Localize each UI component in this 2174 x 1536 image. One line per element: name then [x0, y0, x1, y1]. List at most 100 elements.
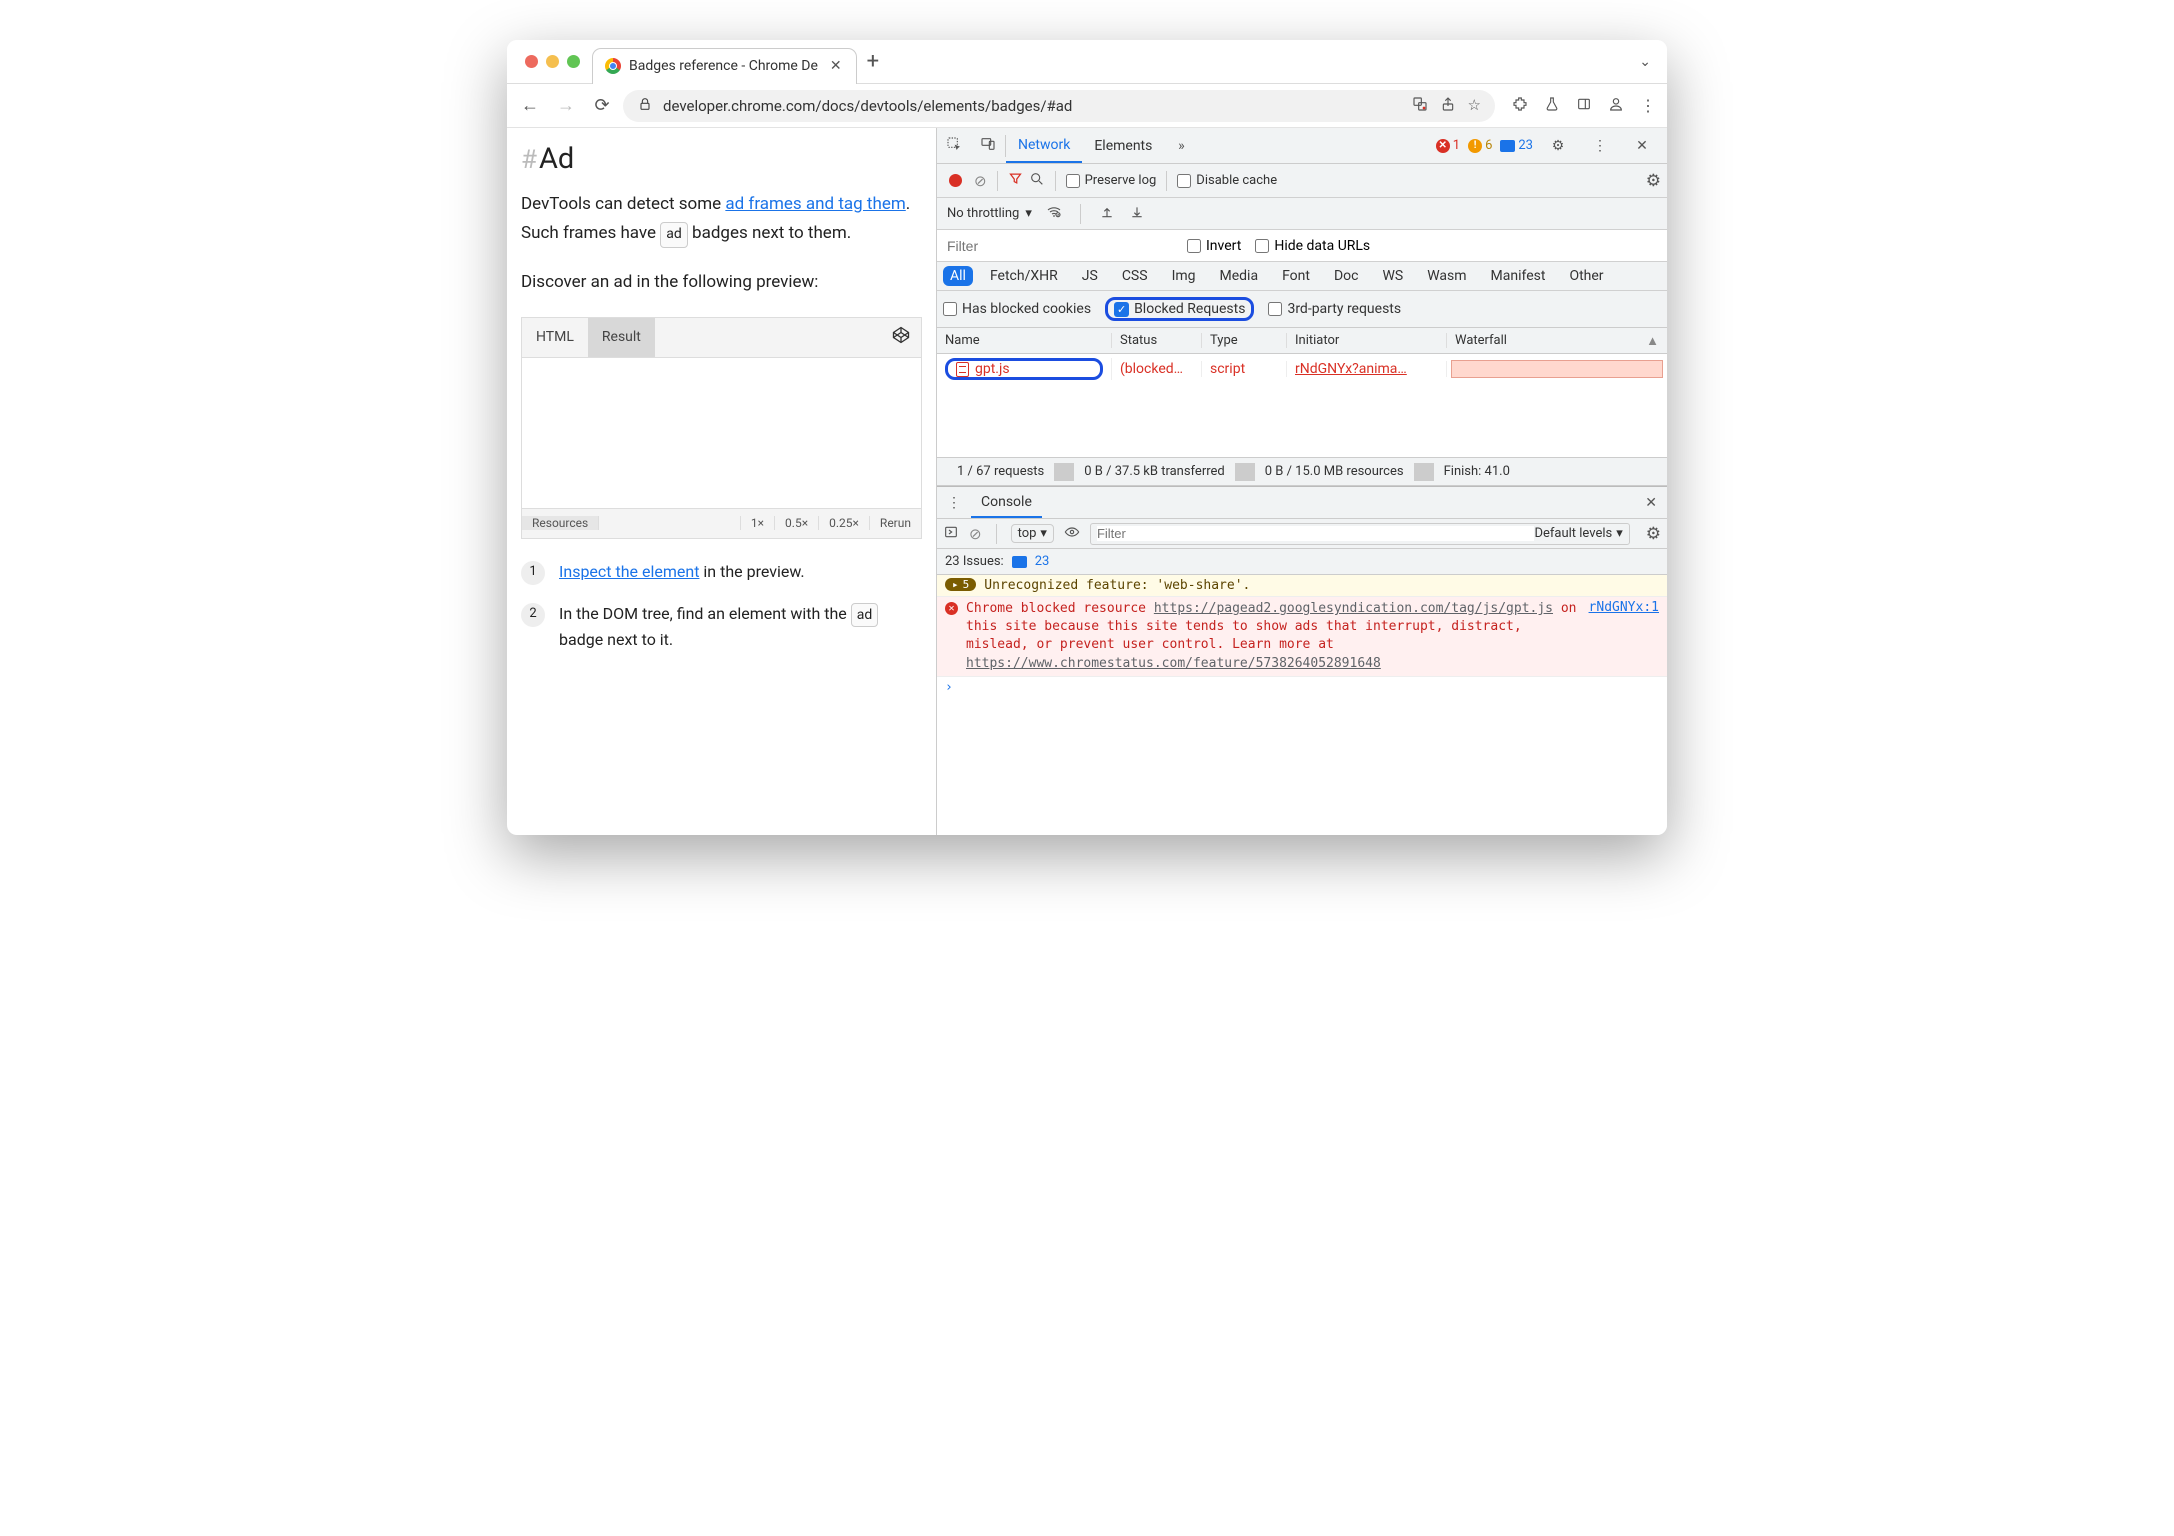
console-filter[interactable]: Default levels▾ [1090, 523, 1630, 545]
network-settings-icon[interactable]: ⚙ [1646, 171, 1661, 191]
forward-button[interactable]: → [551, 95, 581, 116]
type-all[interactable]: All [943, 266, 973, 286]
drawer-menu-icon[interactable]: ⋮ [937, 495, 971, 511]
type-fetch-xhr[interactable]: Fetch/XHR [983, 266, 1065, 286]
tab-elements[interactable]: Elements [1082, 128, 1164, 163]
live-expression-icon[interactable] [1064, 524, 1080, 544]
zoom-1x[interactable]: 1× [740, 516, 774, 530]
console-settings-icon[interactable]: ⚙ [1646, 524, 1661, 544]
drawer-close-icon[interactable]: ✕ [1635, 495, 1667, 511]
side-panel-icon[interactable] [1573, 96, 1595, 116]
throttling-select[interactable]: No throttling▾ [947, 206, 1032, 221]
table-empty [937, 384, 1667, 458]
log-levels-select[interactable]: Default levels▾ [1534, 526, 1622, 541]
share-icon[interactable] [1440, 96, 1456, 116]
record-button[interactable] [949, 174, 962, 187]
embed-tab-html[interactable]: HTML [522, 318, 588, 357]
more-tabs-icon[interactable]: » [1164, 138, 1198, 154]
window-controls [525, 55, 580, 68]
col-waterfall[interactable]: Waterfall▲ [1447, 333, 1667, 349]
errors-badge[interactable]: ✕1 [1436, 138, 1460, 153]
clear-console-icon[interactable]: ⊘ [969, 525, 982, 543]
col-type[interactable]: Type [1202, 333, 1287, 348]
type-media[interactable]: Media [1213, 266, 1266, 286]
blocked-cookies-checkbox[interactable]: Has blocked cookies [943, 301, 1091, 317]
tabs-dropdown-icon[interactable]: ⌄ [1639, 54, 1651, 70]
filter-input[interactable] [943, 234, 1173, 258]
table-header: Name Status Type Initiator Waterfall▲ [937, 328, 1667, 354]
context-selector[interactable]: top▾ [1011, 524, 1054, 543]
rerun-button[interactable]: Rerun [869, 516, 921, 530]
reload-button[interactable]: ⟳ [587, 95, 617, 116]
browser-tab[interactable]: Badges reference - Chrome De ✕ [592, 48, 857, 84]
preserve-log-checkbox[interactable]: Preserve log [1066, 173, 1157, 188]
zoom-05x[interactable]: 0.5× [774, 516, 818, 530]
minimize-window-button[interactable] [546, 55, 559, 68]
network-conditions-icon[interactable] [1046, 204, 1062, 224]
type-doc[interactable]: Doc [1327, 266, 1366, 286]
kebab-icon[interactable]: ⋮ [1583, 138, 1617, 154]
labs-icon[interactable] [1541, 96, 1563, 116]
console-error-line[interactable]: ✕ Chrome blocked resource https://pagead… [937, 597, 1667, 677]
device-icon[interactable] [971, 136, 1005, 156]
menu-icon[interactable]: ⋮ [1637, 96, 1659, 115]
third-party-checkbox[interactable]: 3rd-party requests [1268, 301, 1401, 317]
learn-more-link[interactable]: https://www.chromestatus.com/feature/573… [966, 656, 1381, 671]
type-wasm[interactable]: Wasm [1420, 266, 1473, 286]
type-ws[interactable]: WS [1375, 266, 1410, 286]
clear-icon[interactable]: ⊘ [974, 172, 987, 190]
embed-tab-result[interactable]: Result [588, 318, 655, 357]
type-img[interactable]: Img [1165, 266, 1203, 286]
type-css[interactable]: CSS [1115, 266, 1155, 286]
bookmark-icon[interactable]: ☆ [1468, 96, 1481, 116]
console-warning-line[interactable]: ▸ 5 Unrecognized feature: 'web-share'. [937, 575, 1667, 597]
maximize-window-button[interactable] [567, 55, 580, 68]
back-button[interactable]: ← [515, 95, 545, 116]
extensions-icon[interactable] [1509, 96, 1531, 116]
type-font[interactable]: Font [1275, 266, 1317, 286]
hide-data-urls-checkbox[interactable]: Hide data URLs [1255, 238, 1370, 254]
filter-icon[interactable] [1008, 171, 1023, 190]
type-js[interactable]: JS [1075, 266, 1105, 286]
blocked-requests-highlighted[interactable]: ✓ Blocked Requests [1105, 297, 1254, 321]
settings-icon[interactable]: ⚙ [1541, 138, 1575, 154]
profile-icon[interactable] [1605, 96, 1627, 116]
embed-preview[interactable] [522, 358, 921, 508]
col-status[interactable]: Status [1112, 333, 1202, 348]
zoom-025x[interactable]: 0.25× [818, 516, 869, 530]
request-initiator-link[interactable]: rNdGNYx?anima… [1295, 361, 1407, 377]
checkbox-checked-icon: ✓ [1114, 302, 1129, 317]
col-name[interactable]: Name [937, 333, 1112, 348]
invert-checkbox[interactable]: Invert [1187, 238, 1241, 254]
search-icon[interactable] [1029, 171, 1045, 191]
codepen-icon[interactable] [891, 325, 911, 349]
inspect-link[interactable]: Inspect the element [559, 562, 699, 581]
console-prompt[interactable]: › [937, 677, 1667, 698]
error-source-link[interactable]: rNdGNYx:1 [1589, 600, 1659, 615]
ad-frames-link[interactable]: ad frames and tag them [725, 194, 905, 214]
upload-icon[interactable] [1099, 204, 1115, 224]
blocked-url-link[interactable]: https://pagead2.googlesyndication.com/ta… [1154, 601, 1553, 616]
close-devtools-icon[interactable]: ✕ [1625, 138, 1659, 154]
messages-badge[interactable]: 23 [1500, 138, 1533, 153]
type-manifest[interactable]: Manifest [1484, 266, 1553, 286]
console-filter-input[interactable] [1097, 526, 1534, 541]
warnings-badge[interactable]: !6 [1468, 138, 1492, 153]
close-window-button[interactable] [525, 55, 538, 68]
download-icon[interactable] [1129, 204, 1145, 224]
new-tab-button[interactable]: + [867, 49, 879, 74]
disable-cache-checkbox[interactable]: Disable cache [1177, 173, 1277, 188]
resources-button[interactable]: Resources [522, 516, 599, 530]
omnibox[interactable]: developer.chrome.com/docs/devtools/eleme… [623, 90, 1495, 122]
issues-row[interactable]: 23 Issues: 23 [937, 549, 1667, 575]
tab-network[interactable]: Network [1006, 128, 1082, 163]
tab-console[interactable]: Console [971, 487, 1042, 518]
type-other[interactable]: Other [1562, 266, 1610, 286]
translate-icon[interactable] [1412, 96, 1428, 116]
table-row[interactable]: gpt.js (blocked… script rNdGNYx?anima… [937, 354, 1667, 384]
inspect-icon[interactable] [937, 136, 971, 156]
col-initiator[interactable]: Initiator [1287, 333, 1447, 348]
request-status: (blocked… [1112, 361, 1202, 377]
console-sidebar-icon[interactable] [943, 524, 959, 544]
tab-close-icon[interactable]: ✕ [826, 58, 846, 74]
